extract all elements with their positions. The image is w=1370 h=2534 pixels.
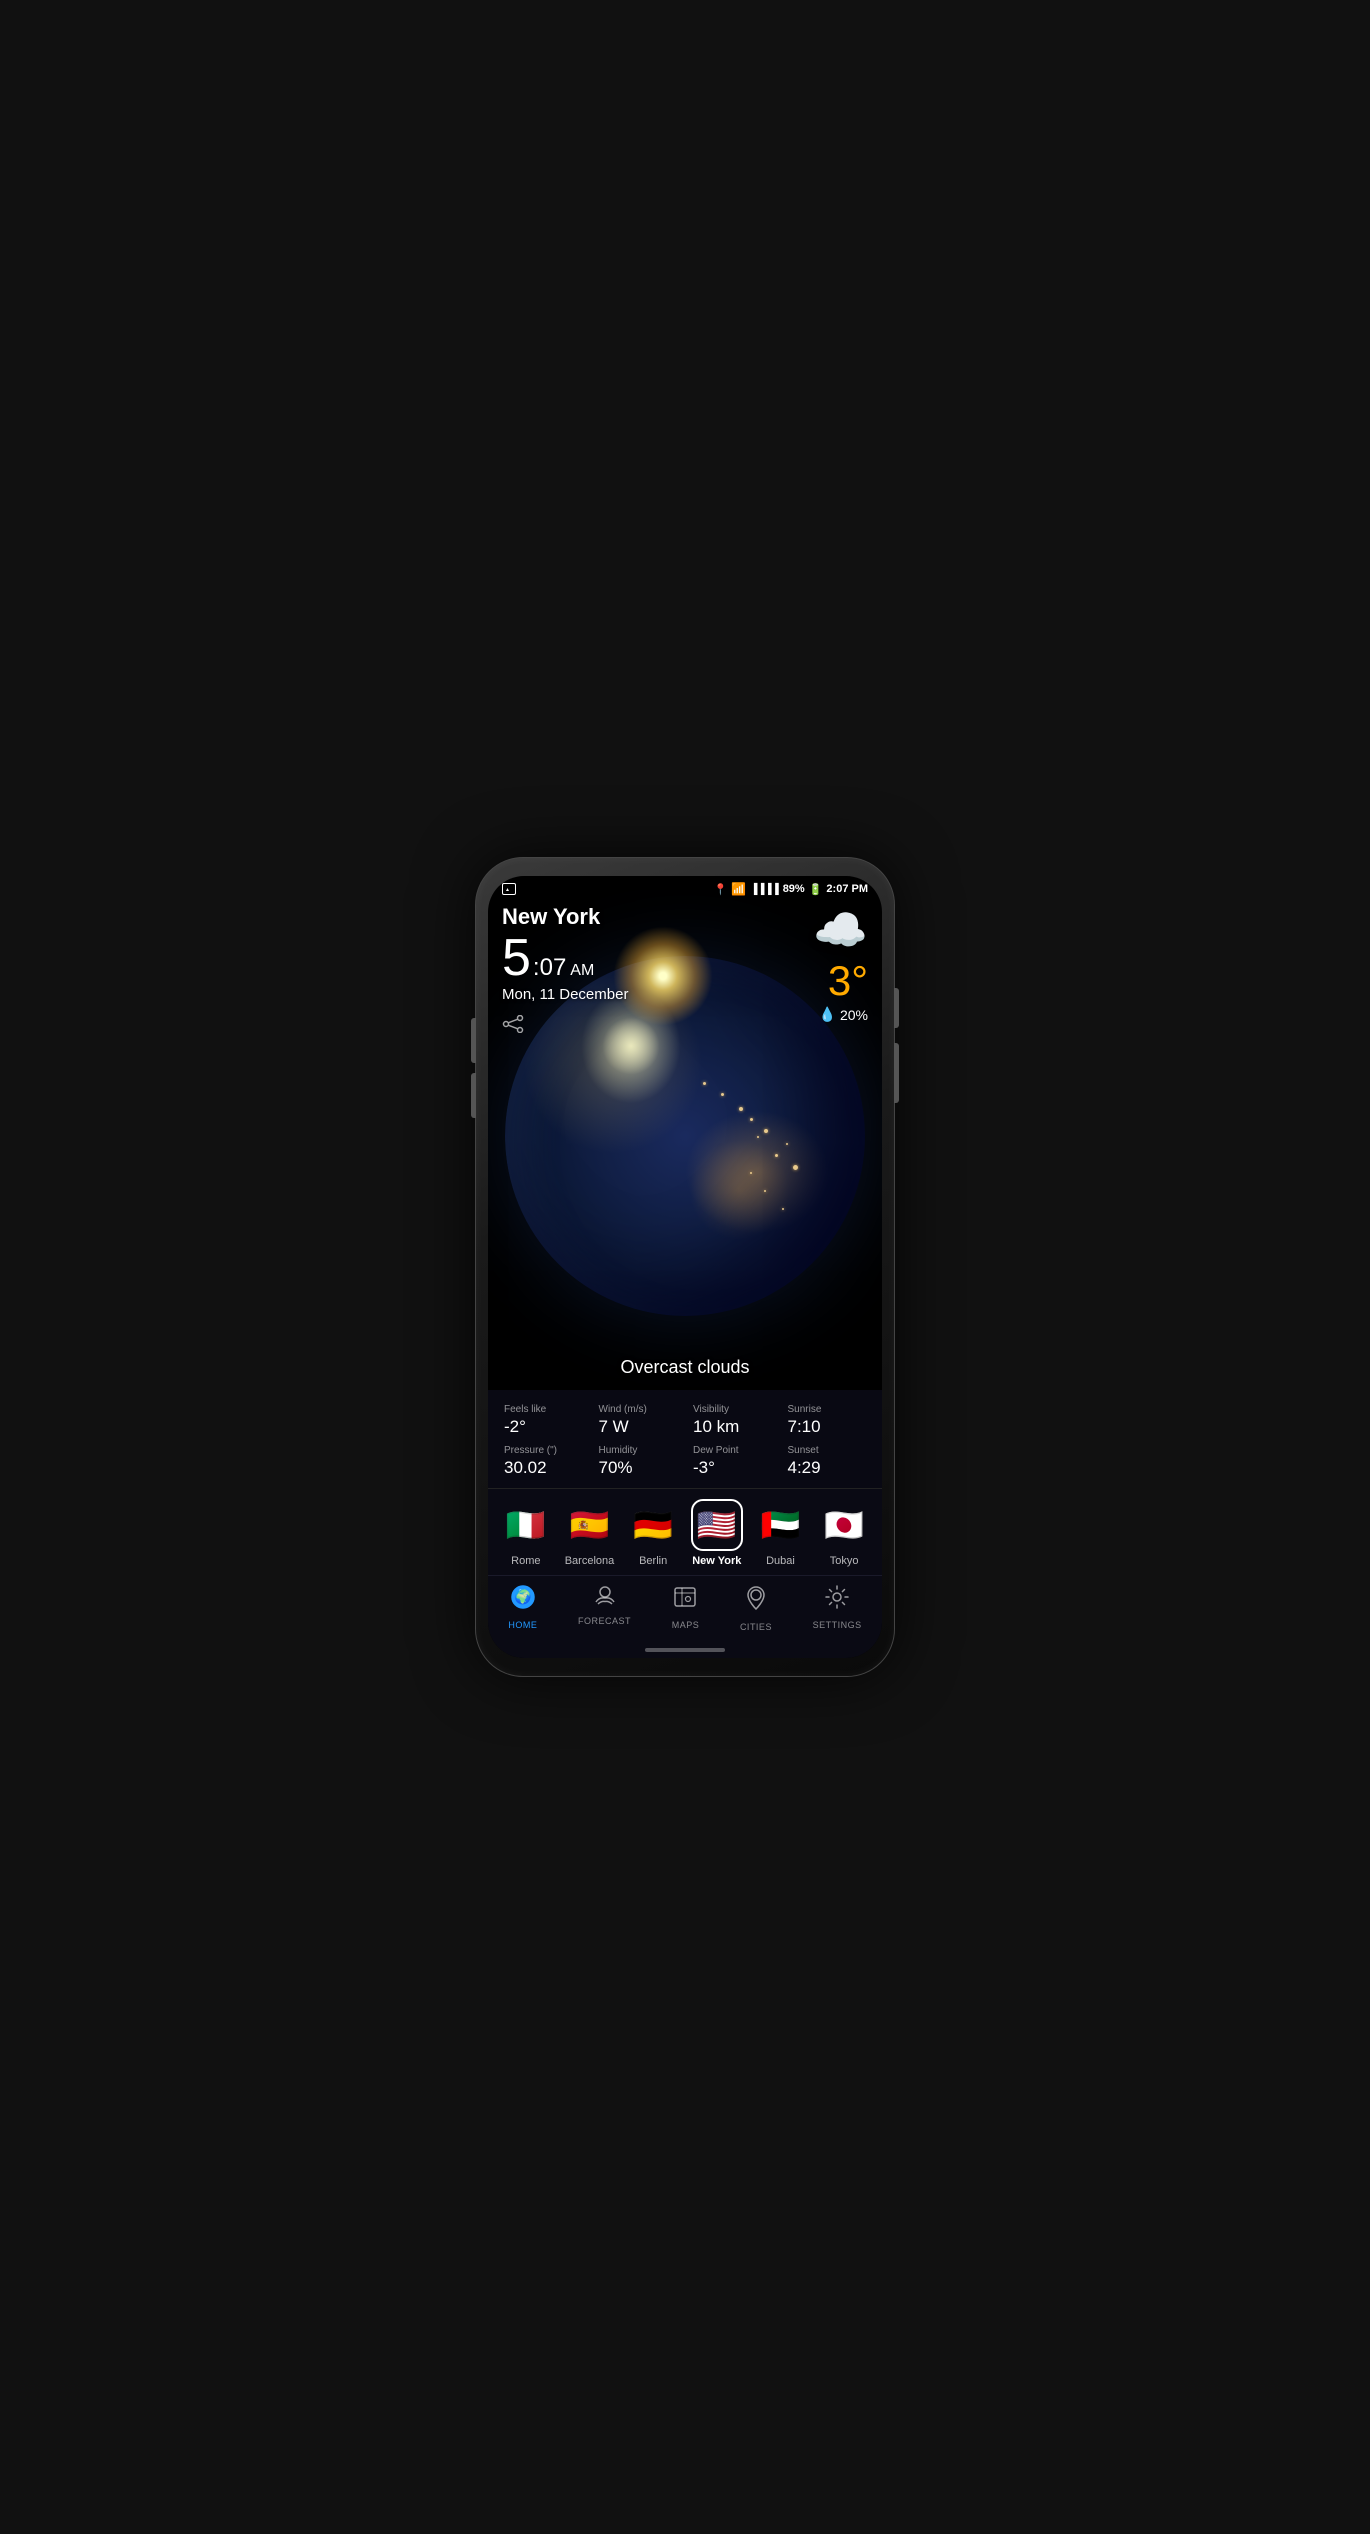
- city-light: [757, 1136, 759, 1138]
- city-shortcut-barcelona[interactable]: 🇪🇸 Barcelona: [563, 1499, 615, 1567]
- detail-item: Feels like -2°: [498, 1404, 589, 1437]
- detail-item: Wind (m/s) 7 W: [593, 1404, 684, 1437]
- detail-label: Sunrise: [788, 1404, 822, 1415]
- nav-icon-home: 🌍: [510, 1584, 536, 1616]
- weather-background[interactable]: New York 5 :07 AM Mon, 11 December: [488, 876, 882, 1390]
- nav-item-forecast[interactable]: FORECAST: [578, 1584, 631, 1632]
- svg-text:🌍: 🌍: [514, 1589, 531, 1606]
- detail-item: Pressure (") 30.02: [498, 1445, 589, 1478]
- city-shortcut-dubai[interactable]: 🇦🇪 Dubai: [754, 1499, 806, 1567]
- detail-item: Humidity 70%: [593, 1445, 684, 1478]
- detail-item: Sunset 4:29: [782, 1445, 873, 1478]
- city-flag: 🇩🇪: [627, 1499, 679, 1551]
- nav-item-maps[interactable]: MAPS: [672, 1584, 700, 1632]
- detail-label: Pressure ("): [504, 1445, 557, 1456]
- city-light: [775, 1154, 778, 1157]
- time-hour: 5: [502, 932, 531, 984]
- nav-label-home: HOME: [508, 1620, 537, 1630]
- detail-value: -3°: [693, 1458, 715, 1478]
- city-name-label: New York: [692, 1555, 741, 1567]
- detail-label: Wind (m/s): [599, 1404, 647, 1415]
- precipitation-info: 💧 20%: [819, 1006, 868, 1023]
- nav-icon-settings: [824, 1584, 850, 1616]
- detail-value: 30.02: [504, 1458, 547, 1478]
- detail-label: Feels like: [504, 1404, 546, 1415]
- nav-item-home[interactable]: 🌍 HOME: [508, 1584, 537, 1632]
- nav-item-cities[interactable]: CITIES: [740, 1584, 772, 1632]
- city-name-label: Barcelona: [565, 1555, 615, 1567]
- detail-item: Dew Point -3°: [687, 1445, 778, 1478]
- nav-label-cities: CITIES: [740, 1622, 772, 1632]
- city-shortcut-berlin[interactable]: 🇩🇪 Berlin: [627, 1499, 679, 1567]
- detail-value: 70%: [599, 1458, 633, 1478]
- nav-label-forecast: FORECAST: [578, 1616, 631, 1626]
- colon: :: [533, 954, 540, 981]
- city-flag: 🇺🇸: [691, 1499, 743, 1551]
- cloud-icon: ☁️: [813, 904, 868, 956]
- city-light: [721, 1093, 724, 1096]
- city-flag: 🇯🇵: [818, 1499, 870, 1551]
- city-flag: 🇪🇸: [563, 1499, 615, 1551]
- detail-value: -2°: [504, 1417, 526, 1437]
- detail-item: Sunrise 7:10: [782, 1404, 873, 1437]
- bottom-nav: 🌍 HOME FORECAST MAPS CITIES SETTINGS: [488, 1575, 882, 1644]
- city-flag: 🇦🇪: [754, 1499, 806, 1551]
- detail-value: 7:10: [788, 1417, 821, 1437]
- city-light: [764, 1190, 766, 1192]
- nav-icon-forecast: [592, 1584, 618, 1612]
- weather-details: Feels like -2°Wind (m/s) 7 WVisibility 1…: [488, 1390, 882, 1488]
- city-shortcuts: 🇮🇹 Rome 🇪🇸 Barcelona 🇩🇪 Berlin 🇺🇸 New Yo…: [488, 1488, 882, 1575]
- city-light: [750, 1118, 753, 1121]
- home-indicator-area: [488, 1644, 882, 1658]
- detail-value: 4:29: [788, 1458, 821, 1478]
- vol-up-button[interactable]: [471, 1018, 476, 1063]
- city-shortcut-tokyo[interactable]: 🇯🇵 Tokyo: [818, 1499, 870, 1567]
- city-name-label: Tokyo: [830, 1555, 859, 1567]
- detail-label: Visibility: [693, 1404, 729, 1415]
- phone-frame: 📍 📶 ▐▐▐▐ 89% 🔋 2:07 PM: [475, 857, 895, 1677]
- rain-drop-icon: 💧: [819, 1006, 836, 1023]
- city-light: [793, 1165, 798, 1170]
- city-shortcut-new-york[interactable]: 🇺🇸 New York: [691, 1499, 743, 1567]
- detail-label: Sunset: [788, 1445, 819, 1456]
- time-minutes: :07: [533, 954, 566, 982]
- city-light: [750, 1172, 752, 1174]
- city-light: [764, 1129, 768, 1133]
- city-shortcut-rome[interactable]: 🇮🇹 Rome: [500, 1499, 552, 1567]
- condition-text: Overcast clouds: [488, 1357, 882, 1390]
- city-name-label: Berlin: [639, 1555, 667, 1567]
- city-light: [782, 1208, 784, 1210]
- precipitation-value: 20%: [840, 1007, 868, 1023]
- detail-label: Humidity: [599, 1445, 638, 1456]
- nav-label-settings: SETTINGS: [813, 1620, 862, 1630]
- nav-item-settings[interactable]: SETTINGS: [813, 1584, 862, 1632]
- city-light: [786, 1143, 788, 1145]
- detail-label: Dew Point: [693, 1445, 739, 1456]
- detail-value: 10 km: [693, 1417, 739, 1437]
- home-bar: [645, 1648, 725, 1652]
- city-light: [739, 1107, 743, 1111]
- city-name-label: Rome: [511, 1555, 540, 1567]
- nav-icon-maps: [672, 1584, 698, 1616]
- city-name-label: Dubai: [766, 1555, 795, 1567]
- time-ampm: AM: [570, 962, 594, 980]
- nav-label-maps: MAPS: [672, 1620, 700, 1630]
- phone-screen: 📍 📶 ▐▐▐▐ 89% 🔋 2:07 PM: [488, 876, 882, 1658]
- city-flag: 🇮🇹: [500, 1499, 552, 1551]
- city-light: [703, 1082, 706, 1085]
- detail-value: 7 W: [599, 1417, 629, 1437]
- weather-top-right: ☁️ 3° 💧 20%: [813, 904, 868, 1023]
- temperature-main: 3°: [828, 960, 868, 1002]
- detail-item: Visibility 10 km: [687, 1404, 778, 1437]
- nav-icon-cities: [743, 1584, 769, 1618]
- vol-down-button[interactable]: [471, 1073, 476, 1118]
